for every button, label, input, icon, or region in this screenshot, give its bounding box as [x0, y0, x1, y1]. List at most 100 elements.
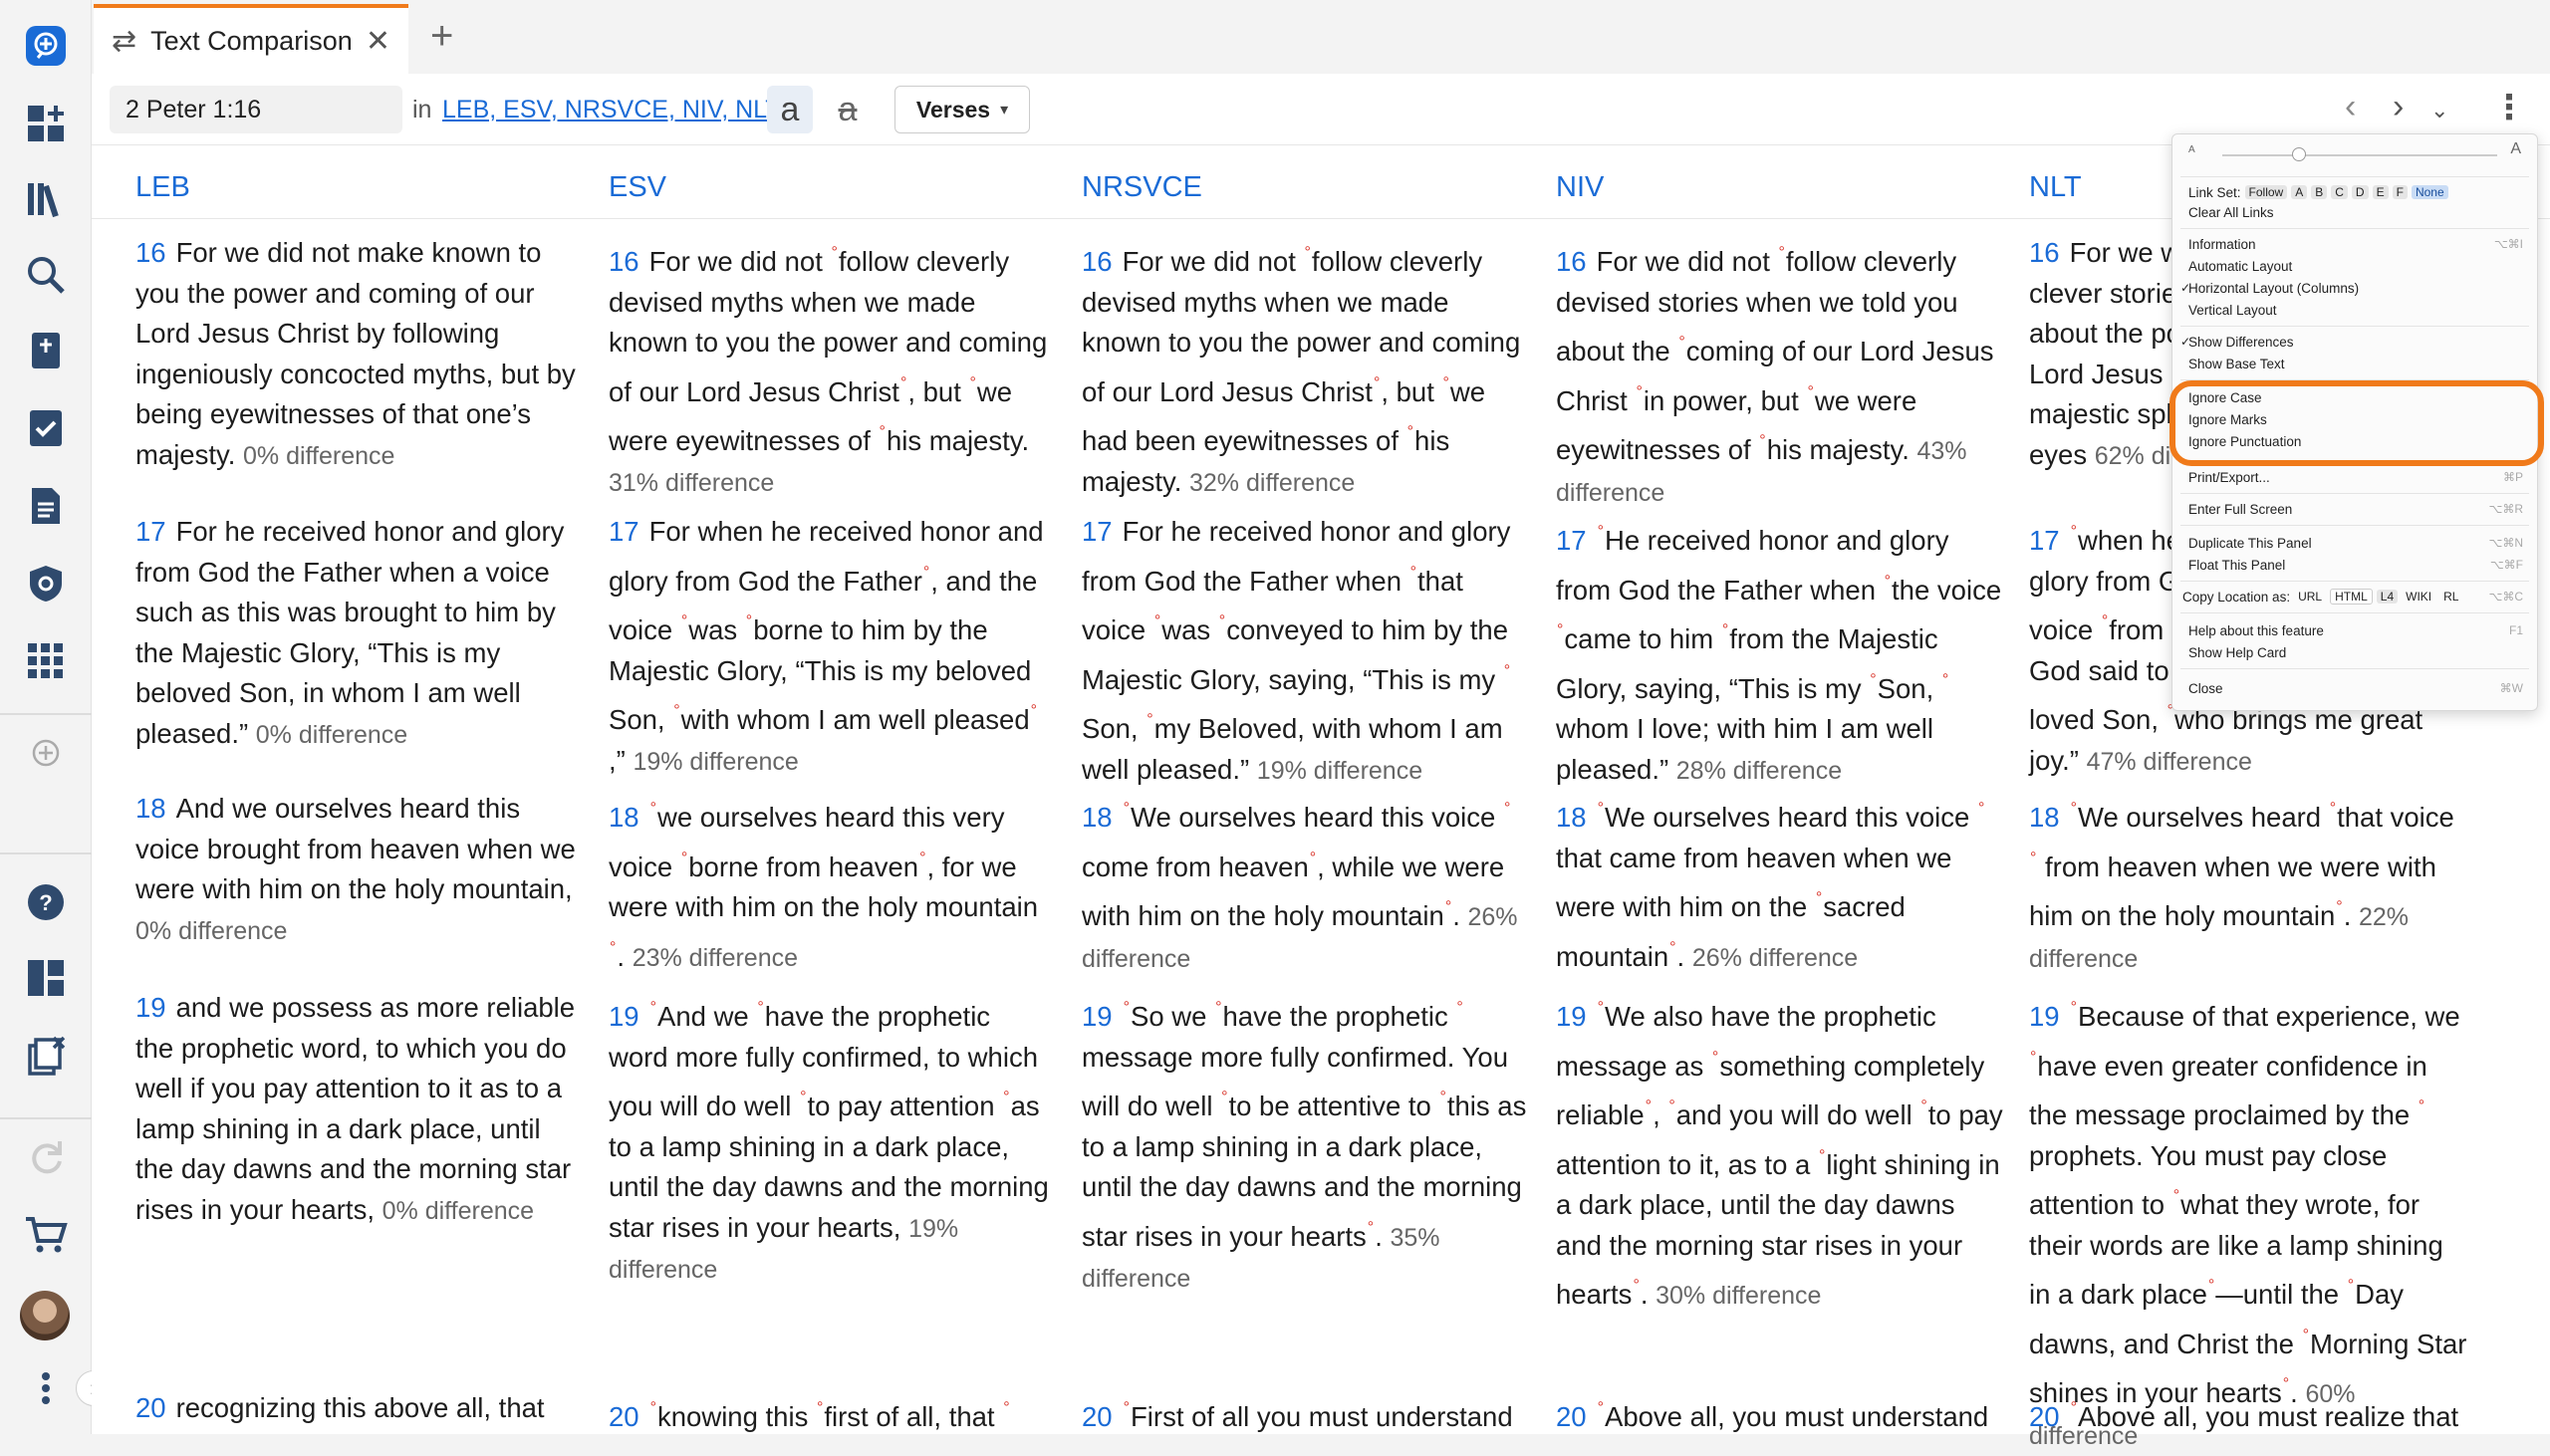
verse-number[interactable]: 19 — [1082, 1001, 1113, 1032]
verse-nlt-19[interactable]: 19 °Because of that experience, we °have … — [2029, 988, 2467, 1456]
difference-marker-icon[interactable]: ° — [1819, 1147, 1825, 1164]
difference-marker-icon[interactable]: ° — [757, 999, 763, 1016]
link-set-a[interactable]: A — [2291, 185, 2308, 199]
link-set-e[interactable]: E — [2372, 185, 2389, 199]
difference-marker-icon[interactable]: ° — [923, 564, 929, 581]
verse-nrsvce-17[interactable]: 17 For he received honor and glory from G… — [1082, 512, 1530, 791]
difference-marker-icon[interactable]: ° — [1669, 939, 1675, 956]
verse-number[interactable]: 20 — [2029, 1401, 2060, 1432]
difference-marker-icon[interactable]: ° — [800, 1089, 806, 1105]
more-vertical-icon[interactable] — [14, 1356, 78, 1420]
verse-number[interactable]: 18 — [1082, 802, 1113, 833]
difference-marker-icon[interactable]: ° — [2030, 1049, 2036, 1066]
vertical-layout-item[interactable]: Vertical Layout — [2188, 300, 2523, 320]
copy-location-wiki[interactable]: WIKI — [2402, 590, 2435, 604]
checklist-icon[interactable] — [14, 396, 78, 460]
verse-number[interactable]: 16 — [2029, 237, 2060, 268]
help-icon[interactable]: ? — [14, 870, 78, 934]
help-feature-item[interactable]: Help about this feature F1 — [2188, 620, 2523, 640]
difference-marker-icon[interactable]: ° — [1124, 1399, 1130, 1416]
difference-marker-icon[interactable]: ° — [2071, 800, 2077, 817]
verse-number[interactable]: 18 — [135, 793, 166, 824]
difference-marker-icon[interactable]: ° — [1598, 999, 1604, 1016]
add-shortcut-icon[interactable] — [14, 721, 78, 785]
verse-niv-19[interactable]: 19 °We also have the prophetic message as… — [1556, 988, 2004, 1317]
link-set-f[interactable]: F — [2392, 185, 2408, 199]
difference-marker-icon[interactable]: ° — [2419, 1097, 2424, 1114]
verse-nrsvce-20[interactable]: 20 °First of all you must understand — [1082, 1388, 1530, 1438]
difference-marker-icon[interactable]: ° — [1003, 1399, 1009, 1416]
verse-number[interactable]: 17 — [135, 516, 166, 547]
verse-niv-16[interactable]: 16 For we did not °follow cleverly devise… — [1556, 233, 2004, 513]
verse-leb-17[interactable]: 17 For he received honor and glory from G… — [135, 512, 584, 755]
copy-location-rl[interactable]: RL — [2439, 590, 2462, 604]
logos-home-icon[interactable] — [14, 14, 78, 78]
difference-marker-icon[interactable]: ° — [650, 999, 656, 1016]
verse-number[interactable]: 16 — [1556, 246, 1587, 277]
copy-location-url[interactable]: URL — [2294, 590, 2326, 604]
difference-marker-icon[interactable]: ° — [900, 374, 906, 391]
bible-reading-icon[interactable] — [14, 319, 78, 382]
verse-number[interactable]: 16 — [135, 237, 166, 268]
difference-marker-icon[interactable]: ° — [832, 244, 838, 261]
cart-icon[interactable] — [14, 1203, 78, 1267]
difference-marker-icon[interactable]: ° — [1147, 711, 1152, 728]
difference-marker-icon[interactable]: ° — [1124, 999, 1130, 1016]
verse-esv-17[interactable]: 17 For when he received honor and glory f… — [609, 512, 1057, 782]
dashboard-add-icon[interactable] — [14, 92, 78, 155]
strikethrough-button[interactable]: a — [825, 86, 871, 133]
difference-marker-icon[interactable]: ° — [2071, 999, 2077, 1016]
close-icon[interactable]: ✕ — [366, 24, 390, 59]
difference-marker-icon[interactable]: ° — [817, 1399, 823, 1416]
verse-number[interactable]: 17 — [2029, 525, 2060, 556]
close-panels-icon[interactable] — [14, 1024, 78, 1088]
history-dropdown-icon[interactable]: ⌄ — [2430, 98, 2448, 123]
difference-marker-icon[interactable]: ° — [1305, 244, 1311, 261]
next-icon[interactable]: › — [2393, 88, 2404, 126]
verse-number[interactable]: 20 — [609, 1401, 639, 1432]
help-card-item[interactable]: Show Help Card — [2188, 642, 2523, 662]
duplicate-panel-item[interactable]: Duplicate This Panel ⌥⌘N — [2188, 533, 2523, 553]
print-export-item[interactable]: Print/Export... ⌘P — [2188, 467, 2523, 487]
verse-number[interactable]: 19 — [1556, 1001, 1587, 1032]
verse-nrsvce-18[interactable]: 18 °We ourselves heard this voice ° come … — [1082, 789, 1530, 979]
difference-marker-icon[interactable]: ° — [1712, 1049, 1718, 1066]
difference-marker-icon[interactable]: ° — [746, 612, 752, 629]
difference-marker-icon[interactable]: ° — [1445, 898, 1451, 915]
verse-number[interactable]: 20 — [135, 1392, 166, 1423]
difference-marker-icon[interactable]: ° — [2348, 1277, 2354, 1294]
close-item[interactable]: Close ⌘W — [2188, 678, 2523, 698]
difference-marker-icon[interactable]: ° — [681, 612, 687, 629]
link-set-d[interactable]: D — [2351, 185, 2369, 199]
verse-nrsvce-16[interactable]: 16 For we did not °follow cleverly devise… — [1082, 233, 1530, 503]
library-icon[interactable] — [14, 167, 78, 231]
difference-marker-icon[interactable]: ° — [1759, 432, 1765, 449]
search-icon[interactable] — [14, 243, 78, 307]
reference-input[interactable] — [110, 86, 402, 133]
difference-marker-icon[interactable]: ° — [1942, 671, 1948, 688]
difference-marker-icon[interactable]: ° — [1124, 800, 1130, 817]
column-header-esv[interactable]: ESV — [609, 171, 666, 204]
verse-niv-17[interactable]: 17 °He received honor and glory from God … — [1556, 512, 2004, 791]
previous-icon[interactable]: ‹ — [2345, 88, 2356, 126]
difference-marker-icon[interactable]: ° — [880, 423, 886, 440]
difference-marker-icon[interactable]: ° — [1443, 374, 1449, 391]
avatar[interactable] — [20, 1291, 70, 1340]
difference-marker-icon[interactable]: ° — [919, 849, 925, 866]
verse-number[interactable]: 18 — [2029, 802, 2060, 833]
difference-marker-icon[interactable]: ° — [2071, 1399, 2077, 1416]
difference-marker-icon[interactable]: ° — [1978, 800, 1984, 817]
difference-marker-icon[interactable]: ° — [1504, 662, 1510, 679]
difference-marker-icon[interactable]: ° — [610, 939, 616, 956]
column-header-nrsvce[interactable]: NRSVCE — [1082, 171, 1202, 204]
verse-number[interactable]: 19 — [2029, 1001, 2060, 1032]
difference-marker-icon[interactable]: ° — [1668, 1097, 1674, 1114]
difference-marker-icon[interactable]: ° — [1154, 612, 1160, 629]
difference-marker-icon[interactable]: ° — [1779, 244, 1785, 261]
verse-niv-20[interactable]: 20 °Above all, you must understand — [1556, 1388, 2004, 1438]
difference-marker-icon[interactable]: ° — [1374, 374, 1380, 391]
verse-number[interactable]: 17 — [609, 516, 639, 547]
shield-icon[interactable] — [14, 552, 78, 615]
verse-leb-16[interactable]: 16 For we did not make known to you the p… — [135, 233, 584, 476]
difference-marker-icon[interactable]: ° — [1031, 702, 1037, 719]
